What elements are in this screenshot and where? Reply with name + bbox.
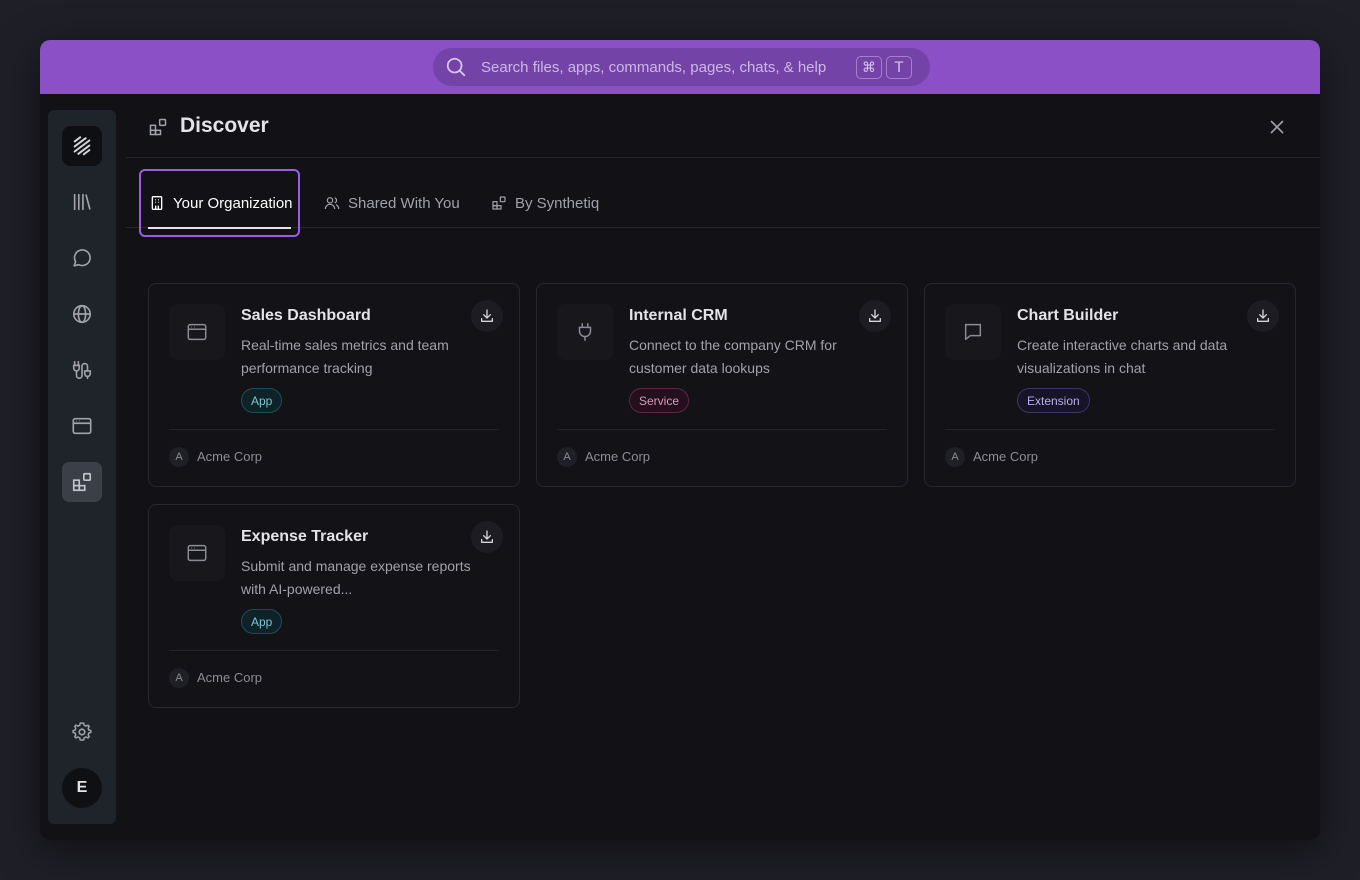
download-button[interactable] bbox=[471, 300, 503, 332]
tab-by-synthetiq[interactable]: By Synthetiq bbox=[491, 169, 599, 237]
card-title: Expense Tracker bbox=[241, 528, 369, 545]
type-badge: App bbox=[241, 388, 283, 413]
org-avatar: A bbox=[945, 447, 965, 467]
card-internal-crm[interactable]: Internal CRM Connect to the company CRM … bbox=[536, 283, 908, 487]
download-button[interactable] bbox=[1247, 300, 1279, 332]
shortcut-key-t: T bbox=[886, 56, 912, 79]
org-avatar: A bbox=[169, 447, 189, 467]
building-icon bbox=[151, 196, 163, 210]
card-sales-dashboard[interactable]: Sales Dashboard Real-time sales metrics … bbox=[148, 283, 520, 487]
tab-bar: Your Organization Shared With You By Syn… bbox=[126, 158, 1320, 237]
close-icon[interactable] bbox=[1266, 116, 1288, 138]
type-badge: App bbox=[241, 609, 283, 634]
card-title: Chart Builder bbox=[1017, 307, 1119, 324]
search-icon bbox=[446, 57, 466, 77]
tab-label: By Synthetiq bbox=[515, 194, 600, 212]
blocks-icon[interactable] bbox=[62, 462, 102, 502]
top-bar: ⌘ T bbox=[40, 40, 1320, 94]
library-icon[interactable] bbox=[62, 182, 102, 222]
plug-route-icon[interactable] bbox=[62, 350, 102, 390]
card-title: Sales Dashboard bbox=[241, 307, 371, 324]
blocks-icon bbox=[492, 196, 506, 210]
download-icon bbox=[481, 530, 493, 543]
panel-header: Discover bbox=[126, 94, 1320, 158]
download-icon bbox=[869, 309, 881, 322]
org-name: Acme Corp bbox=[973, 449, 1039, 464]
download-button[interactable] bbox=[471, 521, 503, 553]
download-icon bbox=[481, 309, 493, 322]
org-avatar: A bbox=[557, 447, 577, 467]
org-name: Acme Corp bbox=[585, 449, 651, 464]
plug-icon bbox=[557, 304, 613, 360]
download-icon bbox=[1257, 309, 1269, 322]
divider bbox=[945, 429, 1275, 430]
card-title: Internal CRM bbox=[629, 307, 728, 324]
app-window-icon[interactable] bbox=[62, 406, 102, 446]
gear-icon[interactable] bbox=[62, 712, 102, 752]
divider bbox=[557, 429, 887, 430]
search-input[interactable] bbox=[481, 48, 841, 86]
tab-your-organization[interactable]: Your Organization bbox=[139, 169, 300, 237]
divider bbox=[169, 650, 499, 651]
card-description: Connect to the company CRM for customer … bbox=[629, 337, 837, 376]
divider bbox=[169, 429, 499, 430]
message-square-icon bbox=[945, 304, 1001, 360]
stack-logo-icon[interactable] bbox=[62, 126, 102, 166]
discover-panel: Discover Your Organization Shared With Y… bbox=[126, 94, 1320, 840]
users-icon bbox=[324, 197, 340, 210]
blocks-icon bbox=[149, 118, 167, 136]
shortcut-key-cmd: ⌘ bbox=[856, 56, 882, 79]
card-description: Create interactive charts and data visua… bbox=[1017, 337, 1228, 376]
type-badge: Service bbox=[629, 388, 690, 413]
sidebar: E bbox=[48, 110, 116, 824]
org-name: Acme Corp bbox=[197, 670, 263, 685]
app-window: ⌘ T E bbox=[40, 40, 1320, 840]
tab-shared-with-you[interactable]: Shared With You bbox=[324, 169, 460, 237]
card-description: Real-time sales metrics and team perform… bbox=[241, 337, 449, 376]
globe-icon[interactable] bbox=[62, 294, 102, 334]
chat-bubble-icon[interactable] bbox=[62, 238, 102, 278]
card-expense-tracker[interactable]: Expense Tracker Submit and manage expens… bbox=[148, 504, 520, 708]
tab-label: Your Organization bbox=[173, 194, 293, 212]
active-tab-indicator bbox=[148, 227, 291, 229]
tab-label: Shared With You bbox=[348, 194, 460, 212]
user-avatar[interactable]: E bbox=[62, 768, 102, 808]
org-avatar: A bbox=[169, 668, 189, 688]
page-title: Discover bbox=[180, 114, 269, 137]
download-button[interactable] bbox=[859, 300, 891, 332]
card-chart-builder[interactable]: Chart Builder Create interactive charts … bbox=[924, 283, 1296, 487]
app-window-icon bbox=[169, 525, 225, 581]
type-badge: Extension bbox=[1017, 388, 1090, 413]
global-search[interactable]: ⌘ T bbox=[433, 48, 930, 86]
card-description: Submit and manage expense reports with A… bbox=[241, 558, 471, 597]
app-window-icon bbox=[169, 304, 225, 360]
org-name: Acme Corp bbox=[197, 449, 263, 464]
